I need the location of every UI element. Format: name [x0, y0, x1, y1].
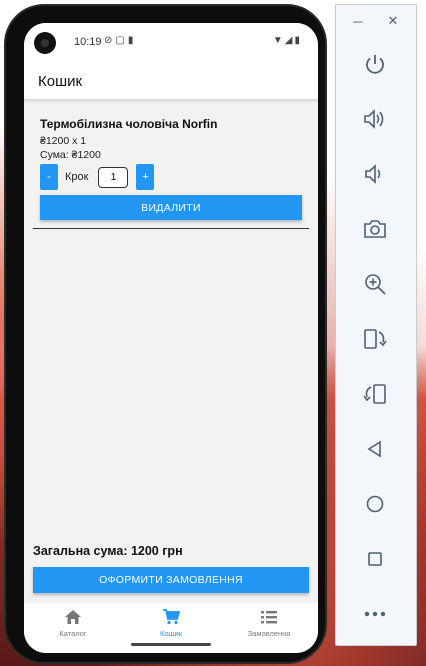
wifi-icon: ▼: [272, 35, 285, 46]
increment-button[interactable]: +: [136, 164, 155, 190]
more-icon[interactable]: [360, 599, 390, 629]
sim-icon: ▮: [127, 35, 137, 46]
item-price: ₴1200 x 1: [40, 135, 87, 147]
nav-item-orders[interactable]: Замовлення: [220, 603, 318, 653]
checkout-button[interactable]: ОФОРМИТИ ЗАМОВЛЕННЯ: [33, 567, 309, 593]
minimize-icon[interactable]: ─: [350, 13, 366, 29]
list-icon: [260, 609, 278, 625]
home-icon: [64, 609, 82, 625]
bottom-navigation: Каталог Кошик Замовлення: [24, 603, 318, 653]
home-indicator[interactable]: [131, 643, 211, 646]
overview-icon[interactable]: [360, 544, 390, 574]
nav-label-orders: Замовлення: [247, 629, 291, 638]
cart-icon: [162, 609, 180, 625]
screenshot-icon: ▢: [115, 35, 128, 46]
item-name: Термобілизна чоловіча Norfin: [40, 117, 218, 131]
total-sum: Загальна сума: 1200 грн: [33, 544, 183, 558]
step-label: Крок: [65, 171, 89, 183]
home-circle-icon[interactable]: [360, 489, 390, 519]
system-icons: ▼◢▮: [273, 35, 302, 46]
volume-down-icon[interactable]: [360, 159, 390, 189]
power-icon[interactable]: [360, 49, 390, 79]
back-icon[interactable]: [360, 434, 390, 464]
phone-frame: 10:19 ⊘▢▮ ▼◢▮ Кошик Термобілизна чоловіч…: [4, 4, 327, 664]
item-sum: Сума: ₴1200: [40, 149, 101, 161]
volume-up-icon[interactable]: [360, 104, 390, 134]
camera-icon[interactable]: [360, 214, 390, 244]
decrement-button[interactable]: -: [40, 164, 58, 190]
quantity-stepper: - Крок 1 +: [40, 164, 155, 190]
front-camera: [34, 32, 56, 54]
notification-icons: ⊘▢▮: [104, 35, 136, 46]
zoom-icon[interactable]: [360, 269, 390, 299]
nav-item-catalog[interactable]: Каталог: [24, 603, 122, 653]
item-divider: [33, 228, 309, 229]
status-time: 10:19: [74, 36, 102, 48]
battery-icon: ▮: [294, 35, 302, 46]
nav-label-catalog: Каталог: [59, 629, 87, 638]
rotate-left-icon[interactable]: [360, 324, 390, 354]
page-title: Кошик: [38, 73, 83, 90]
emulator-side-panel: ─ ✕: [335, 4, 417, 646]
close-icon[interactable]: ✕: [385, 13, 401, 29]
app-bar: Кошик: [24, 63, 318, 99]
delete-button[interactable]: ВИДАЛИТИ: [40, 195, 302, 220]
step-input[interactable]: 1: [98, 166, 129, 188]
status-bar: 10:19 ⊘▢▮ ▼◢▮: [24, 23, 318, 63]
rotate-right-icon[interactable]: [360, 379, 390, 409]
nav-label-cart: Кошик: [159, 629, 183, 638]
cart-item: Термобілизна чоловіча Norfin ₴1200 x 1 С…: [40, 117, 302, 161]
phone-screen: 10:19 ⊘▢▮ ▼◢▮ Кошик Термобілизна чоловіч…: [24, 23, 318, 653]
dnd-icon: ⊘: [104, 35, 116, 46]
